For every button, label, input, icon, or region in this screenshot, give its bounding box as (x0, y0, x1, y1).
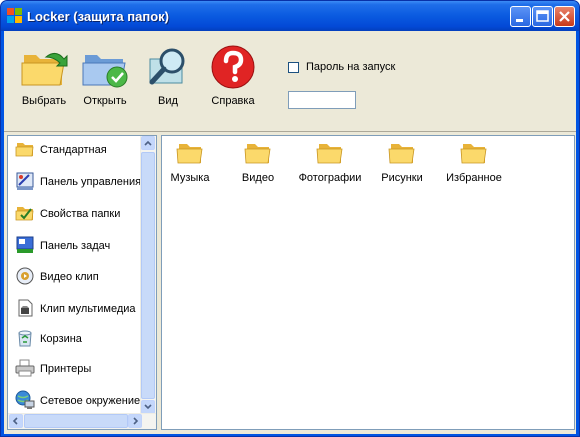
help-label: Справка (211, 95, 255, 107)
folder-arrow-icon (21, 53, 68, 86)
folder-label: Видео (241, 172, 275, 184)
scroll-left-button[interactable] (9, 414, 23, 428)
sidebar-item-control-panel[interactable]: Панель управления (13, 168, 142, 194)
sidebar-item-printers[interactable]: Принтеры (13, 355, 142, 381)
folder-label: Избранное (446, 172, 502, 184)
scroll-right-button[interactable] (128, 414, 142, 428)
sidebar-item-label: Панель задач (40, 240, 111, 252)
close-button[interactable] (554, 6, 575, 27)
folder-label: Фотографии (298, 172, 362, 184)
folder-view: Музыка Видео Фотографии Рисунки Избранно… (161, 135, 575, 430)
choose-label: Выбрать (21, 95, 67, 107)
folder-icon (15, 143, 34, 157)
folder-icon (316, 144, 343, 164)
multimedia-icon (18, 299, 33, 317)
folder-item-pictures[interactable]: Рисунки (367, 140, 437, 184)
scroll-thumb[interactable] (141, 152, 155, 399)
sidebar-item-label: Видео клип (40, 271, 99, 283)
printer-icon (15, 359, 35, 377)
sidebar-item-taskbar[interactable]: Панель задач (13, 232, 142, 258)
sidebar-item-label: Стандартная (40, 144, 107, 156)
folder-icon (176, 144, 203, 164)
sidebar: Стандартная Панель управления Свойства п… (7, 135, 157, 430)
password-checkbox[interactable] (288, 62, 299, 73)
chevron-down-icon (144, 404, 152, 410)
sidebar-item-label: Сетевое окружение (40, 395, 141, 407)
sidebar-item-label: Клип мультимедиа (40, 303, 136, 315)
folder-label: Музыка (170, 172, 210, 184)
folder-icon (244, 144, 271, 164)
folder-item-music[interactable]: Музыка (155, 140, 225, 184)
help-button[interactable]: Справка (202, 45, 264, 107)
scroll-thumb-horizontal[interactable] (24, 414, 128, 428)
view-button[interactable]: Вид (137, 45, 199, 107)
video-clip-icon (16, 267, 34, 285)
sidebar-item-standard[interactable]: Стандартная (13, 136, 142, 162)
sidebar-list: Стандартная Панель управления Свойства п… (8, 136, 142, 414)
taskbar-icon (16, 236, 34, 253)
maximize-button[interactable] (532, 6, 553, 27)
chevron-right-icon (133, 417, 139, 425)
chevron-up-icon (144, 140, 152, 146)
sidebar-item-multimedia[interactable]: Клип мультимедиа (13, 295, 142, 321)
sidebar-item-recycle-bin[interactable]: Корзина (13, 325, 142, 351)
view-label: Вид (158, 95, 178, 107)
title-bar[interactable]: Locker (защита папок) (1, 1, 579, 31)
maximize-icon (536, 10, 549, 22)
app-window: Locker (защита папок) Выбрать Открыть Ви… (0, 0, 580, 437)
password-input[interactable] (288, 91, 356, 109)
open-label: Открыть (83, 95, 127, 107)
network-icon (15, 390, 35, 409)
sidebar-horizontal-scrollbar[interactable] (8, 413, 156, 429)
folder-item-favorites[interactable]: Избранное (439, 140, 509, 184)
sidebar-item-label: Панель управления (40, 176, 142, 188)
chevron-left-icon (12, 417, 18, 425)
folder-label: Рисунки (381, 172, 423, 184)
app-icon (7, 8, 22, 23)
toolbar: Выбрать Открыть Вид Справка Пароль на за… (4, 31, 576, 132)
folder-options-icon (15, 207, 34, 221)
sidebar-item-folder-options[interactable]: Свойства папки (13, 200, 142, 226)
sidebar-item-label: Корзина (40, 333, 82, 345)
control-panel-icon (16, 172, 34, 190)
sidebar-vertical-scrollbar[interactable] (140, 136, 156, 414)
password-checkbox-label: Пароль на запуск (306, 61, 396, 73)
folder-icon (388, 144, 415, 164)
choose-button[interactable]: Выбрать (13, 45, 75, 107)
magnifier-icon (149, 48, 185, 85)
sidebar-item-label: Свойства папки (40, 208, 121, 220)
folder-check-icon (82, 55, 128, 88)
scroll-down-button[interactable] (141, 400, 155, 414)
folder-item-photos[interactable]: Фотографии (295, 140, 365, 184)
minimize-button[interactable] (510, 6, 531, 27)
help-icon (211, 45, 255, 89)
folder-item-video[interactable]: Видео (223, 140, 293, 184)
minimize-icon (516, 19, 523, 22)
sidebar-item-video-clip[interactable]: Видео клип (13, 263, 142, 289)
recycle-bin-icon (18, 330, 32, 347)
close-icon (559, 11, 570, 22)
scroll-up-button[interactable] (141, 136, 155, 150)
sidebar-item-label: Принтеры (40, 363, 92, 375)
window-title: Locker (защита папок) (27, 9, 169, 24)
sidebar-item-network[interactable]: Сетевое окружение (13, 387, 142, 413)
open-button[interactable]: Открыть (74, 45, 136, 107)
folder-icon (460, 144, 487, 164)
client-area: Выбрать Открыть Вид Справка Пароль на за… (4, 31, 576, 434)
